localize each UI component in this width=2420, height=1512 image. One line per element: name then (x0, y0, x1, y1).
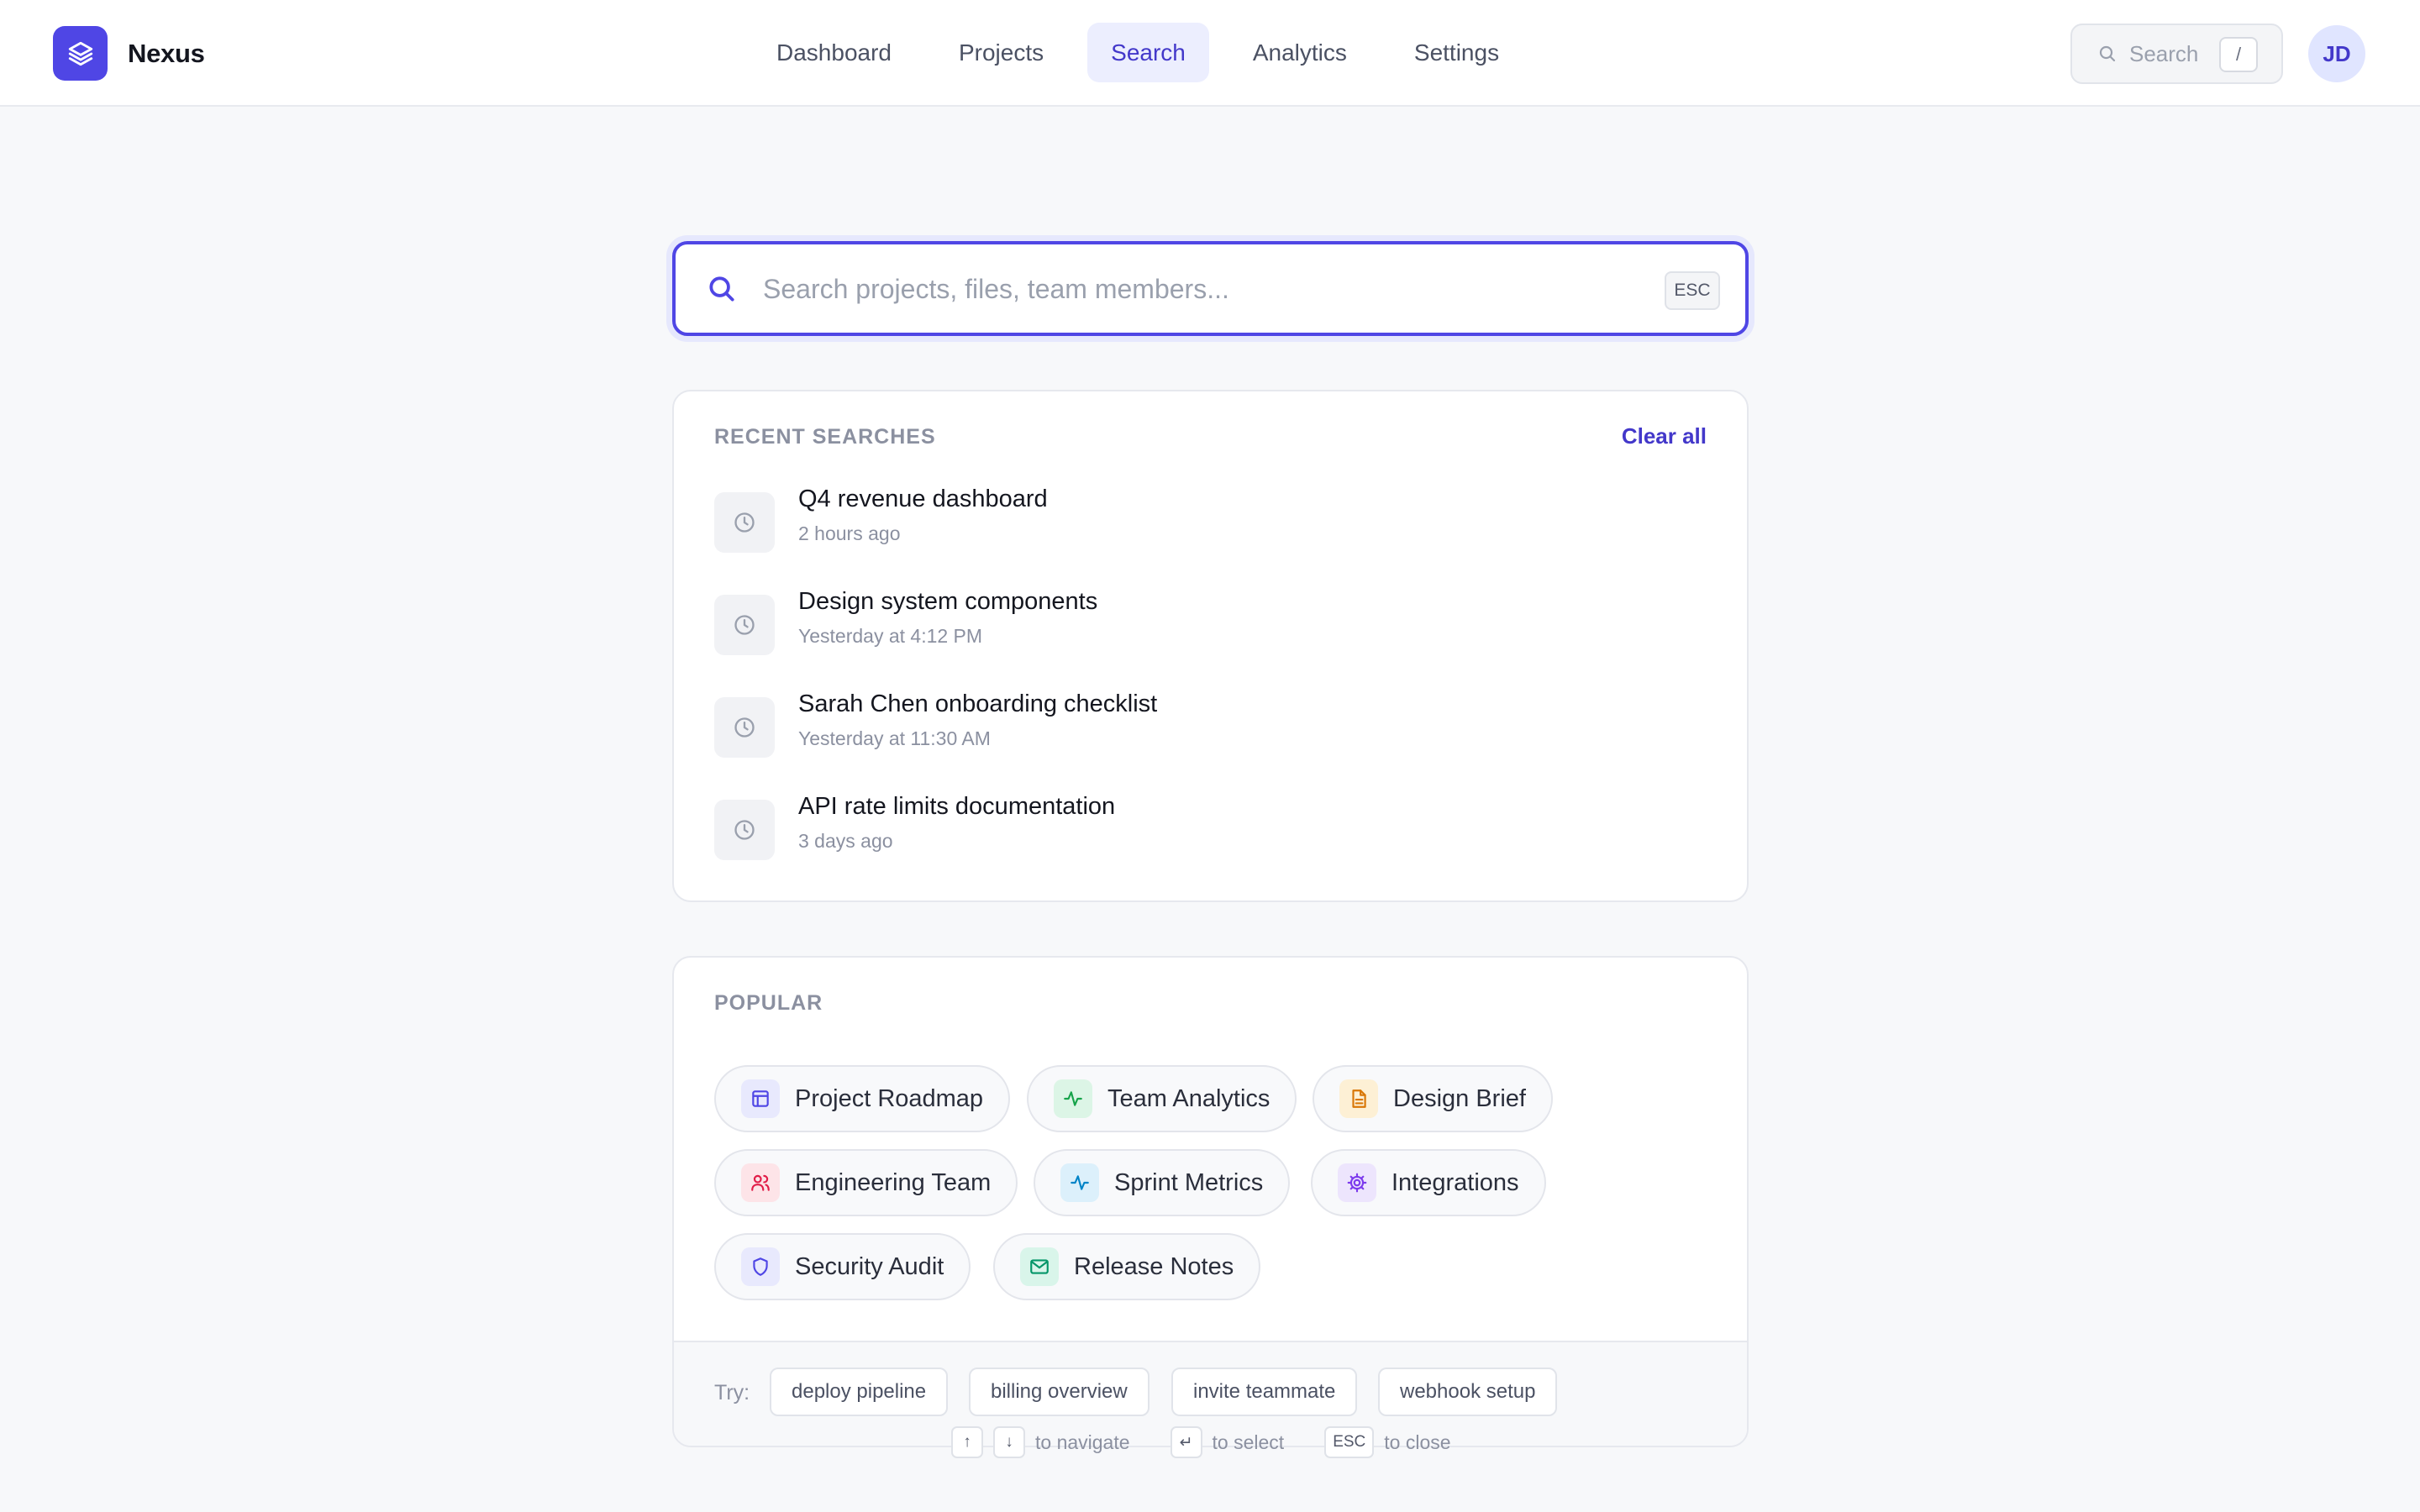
brand-name: Nexus (128, 38, 205, 68)
chip-label: Integrations (1392, 1168, 1519, 1196)
popular-chip-design-brief[interactable]: Design Brief (1313, 1065, 1553, 1132)
down-arrow-key: ↓ (993, 1426, 1025, 1458)
clock-icon (714, 492, 775, 553)
gear-icon (1338, 1163, 1376, 1202)
recent-item-time: 2 hours ago (798, 522, 901, 544)
shortcut-key: / (2219, 37, 2258, 72)
recent-item-time: 3 days ago (798, 830, 893, 852)
popular-chip-sprint-metrics[interactable]: Sprint Metrics (1034, 1149, 1291, 1216)
mail-icon (1020, 1247, 1059, 1286)
suggestion-chip[interactable]: invite teammate (1171, 1368, 1358, 1416)
popular-chip-security-audit[interactable]: Security Audit (714, 1233, 971, 1300)
chip-label: Engineering Team (795, 1168, 992, 1196)
recent-searches-title: RECENT SEARCHES (714, 425, 936, 449)
navigate-hint: to navigate (1035, 1431, 1130, 1453)
main-nav: Dashboard Projects Search Analytics Sett… (753, 23, 1543, 82)
recent-item-title: Q4 revenue dashboard (798, 486, 1048, 512)
nav-settings[interactable]: Settings (1391, 23, 1523, 82)
nav-search[interactable]: Search (1087, 23, 1209, 82)
enter-key: ↵ (1170, 1426, 1202, 1458)
shield-icon (741, 1247, 780, 1286)
layout-icon (741, 1079, 780, 1118)
header-search-label: Search (2129, 40, 2199, 66)
search-box: ESC (672, 241, 1749, 336)
recent-searches-card: RECENT SEARCHES Clear all Q4 revenue das… (672, 390, 1749, 902)
nav-dashboard[interactable]: Dashboard (753, 23, 915, 82)
nav-projects[interactable]: Projects (935, 23, 1067, 82)
try-label: Try: (714, 1381, 750, 1404)
chip-label: Release Notes (1074, 1252, 1234, 1280)
recent-item-title: Design system components (798, 588, 1098, 615)
brand[interactable]: Nexus (53, 26, 205, 81)
clock-icon (714, 800, 775, 860)
chip-label: Security Audit (795, 1252, 944, 1280)
esc-key-hint: ESC (1324, 1426, 1375, 1458)
chip-label: Project Roadmap (795, 1084, 984, 1112)
esc-key[interactable]: ESC (1665, 271, 1720, 310)
recent-item-time: Yesterday at 4:12 PM (798, 625, 983, 647)
document-icon (1339, 1079, 1378, 1118)
popular-chip-engineering-team[interactable]: Engineering Team (714, 1149, 1018, 1216)
popular-title: POPULAR (714, 991, 823, 1015)
recent-item[interactable]: Q4 revenue dashboard 2 hours ago (714, 486, 1706, 554)
suggestion-chip[interactable]: deploy pipeline (770, 1368, 949, 1416)
popular-chip-project-roadmap[interactable]: Project Roadmap (714, 1065, 1011, 1132)
nav-analytics[interactable]: Analytics (1229, 23, 1370, 82)
select-hint: to select (1212, 1431, 1285, 1453)
recent-item-title: Sarah Chen onboarding checklist (798, 690, 1158, 717)
chip-label: Design Brief (1393, 1084, 1526, 1112)
suggestion-chip[interactable]: billing overview (969, 1368, 1150, 1416)
search-input[interactable] (763, 266, 1645, 312)
clock-icon (714, 697, 775, 758)
popular-chip-team-analytics[interactable]: Team Analytics (1027, 1065, 1297, 1132)
recent-item[interactable]: API rate limits documentation 3 days ago (714, 793, 1706, 862)
suggestion-chip[interactable]: webhook setup (1378, 1368, 1558, 1416)
activity-icon (1060, 1163, 1099, 1202)
recent-item-time: Yesterday at 11:30 AM (798, 727, 991, 749)
chip-label: Sprint Metrics (1114, 1168, 1264, 1196)
chip-label: Team Analytics (1107, 1084, 1270, 1112)
close-hint: to close (1384, 1431, 1451, 1453)
recent-item[interactable]: Sarah Chen onboarding checklist Yesterda… (714, 690, 1706, 759)
avatar[interactable]: JD (2308, 25, 2365, 82)
top-bar: Nexus Dashboard Projects Search Analytic… (0, 0, 2420, 107)
search-icon (706, 273, 738, 305)
header-search-button[interactable]: Search / (2070, 24, 2283, 84)
keyboard-hints: ↑ ↓ to navigate ↵ to select ESC to close (951, 1425, 1451, 1459)
layers-icon (53, 26, 108, 81)
popular-chip-release-notes[interactable]: Release Notes (993, 1233, 1261, 1300)
popular-chip-integrations[interactable]: Integrations (1311, 1149, 1546, 1216)
recent-item[interactable]: Design system components Yesterday at 4:… (714, 588, 1706, 657)
search-icon (2097, 44, 2118, 64)
clear-all-button[interactable]: Clear all (1622, 423, 1707, 449)
up-arrow-key: ↑ (951, 1426, 983, 1458)
recent-item-title: API rate limits documentation (798, 793, 1116, 820)
activity-icon (1054, 1079, 1092, 1118)
users-icon (741, 1163, 780, 1202)
popular-card: POPULAR Project Roadmap Team Analytics D… (672, 956, 1749, 1447)
clock-icon (714, 595, 775, 655)
